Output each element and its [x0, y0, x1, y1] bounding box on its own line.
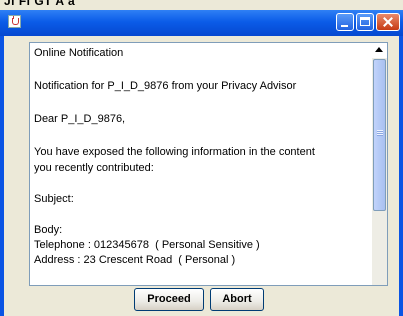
message-line: You have exposed the following informati… — [34, 146, 315, 158]
message-line: you recently contributed: — [34, 162, 154, 174]
message-line: Telephone : 012345678 ( Personal Sensiti… — [34, 239, 260, 251]
java-cup-icon — [8, 15, 21, 28]
message-line: Address : 23 Crescent Road ( Personal ) — [34, 254, 236, 266]
scrollbar-thumb[interactable] — [373, 59, 386, 211]
close-icon[interactable] — [376, 13, 400, 31]
message-line: Body: — [34, 224, 63, 236]
title-bar[interactable] — [0, 10, 403, 36]
message-line: Subject: — [34, 193, 74, 205]
message-line: Dear P_I_D_9876, — [34, 113, 126, 125]
background-caption: Jl Fl GT A a — [4, 0, 76, 8]
vertical-scrollbar[interactable] — [372, 43, 387, 285]
message-scroll-pane[interactable]: Online Notification Notification for P_I… — [29, 42, 388, 286]
proceed-button[interactable]: Proceed — [134, 288, 204, 311]
dialog-client-area: Online Notification Notification for P_I… — [4, 36, 399, 316]
abort-button[interactable]: Abort — [210, 288, 264, 311]
notification-dialog: Online Notification Notification for P_I… — [0, 10, 403, 316]
message-line: Online Notification — [34, 47, 124, 59]
scroll-up-arrow-icon[interactable] — [372, 43, 387, 58]
minimize-icon[interactable] — [336, 13, 354, 31]
message-text-area[interactable]: Online Notification Notification for P_I… — [34, 43, 364, 285]
message-line: Notification for P_I_D_9876 from your Pr… — [34, 80, 297, 92]
background-window-strip: Jl Fl GT A a — [0, 0, 403, 10]
maximize-icon[interactable] — [356, 13, 374, 31]
